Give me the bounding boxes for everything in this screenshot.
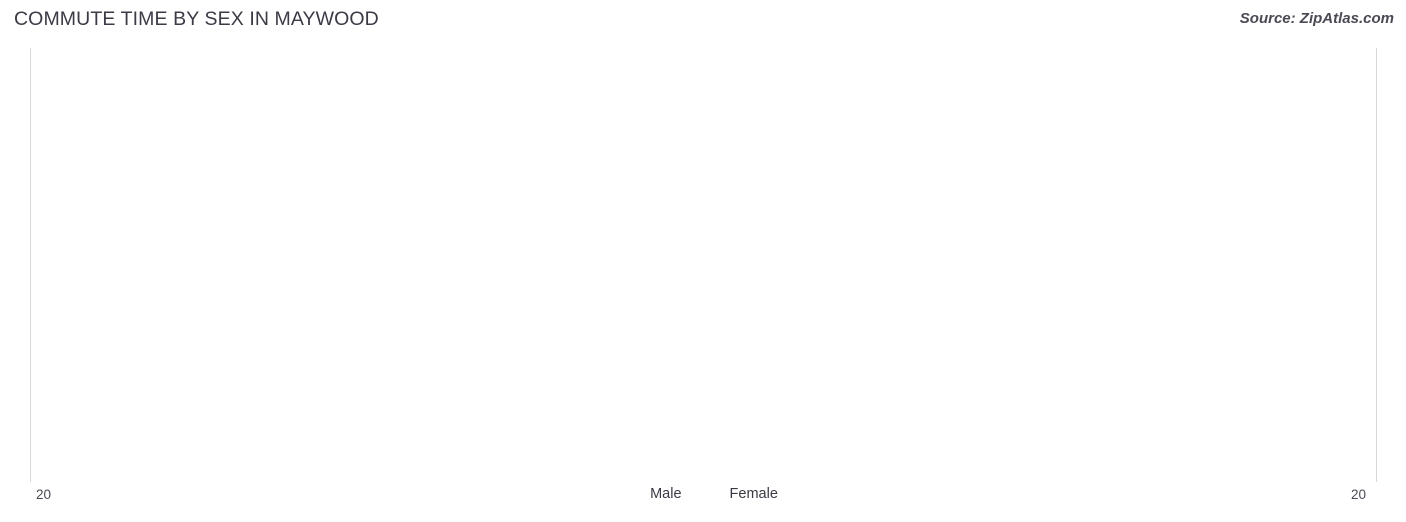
chart-plot-area bbox=[0, 48, 1406, 482]
axis-line-right bbox=[1376, 48, 1377, 482]
chart-footer: 20 20 Male Female bbox=[0, 482, 1406, 522]
legend-label-female: Female bbox=[729, 486, 778, 502]
legend-item-female[interactable]: Female bbox=[708, 486, 778, 502]
legend-swatch-female bbox=[708, 487, 723, 502]
legend-swatch-male bbox=[628, 487, 643, 502]
legend-item-male[interactable]: Male bbox=[628, 486, 681, 502]
chart-legend: Male Female bbox=[0, 486, 1406, 502]
legend-label-male: Male bbox=[650, 486, 682, 502]
axis-line-left bbox=[30, 48, 31, 482]
chart-header: COMMUTE TIME BY SEX IN MAYWOOD Source: Z… bbox=[0, 0, 1406, 44]
source-attribution: Source: ZipAtlas.com bbox=[1239, 10, 1394, 27]
page-title: COMMUTE TIME BY SEX IN MAYWOOD bbox=[14, 8, 379, 30]
